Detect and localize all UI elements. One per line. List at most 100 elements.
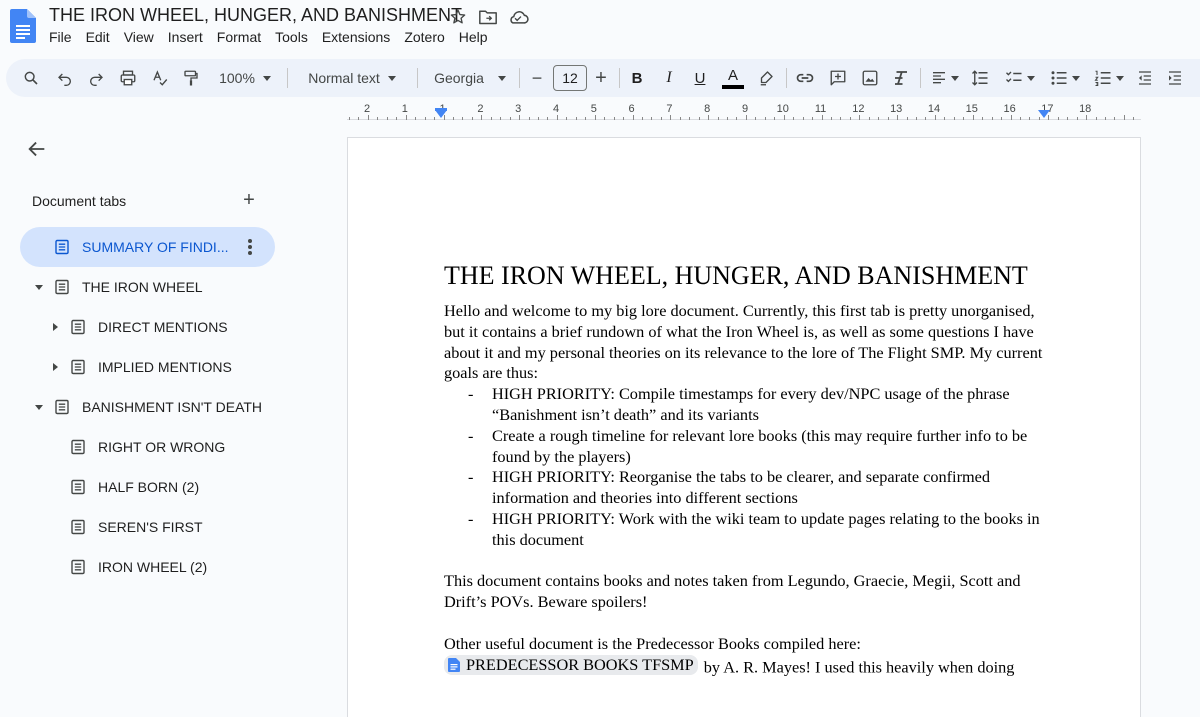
spellcheck-icon[interactable]: [148, 59, 172, 97]
ruler-tick: [991, 117, 993, 120]
menu-zotero[interactable]: Zotero: [404, 29, 451, 45]
decrease-indent-icon[interactable]: [1134, 59, 1156, 97]
add-tab-button[interactable]: +: [240, 190, 258, 210]
sidebar-tab-item[interactable]: SEREN'S FIRST: [20, 507, 275, 547]
ruler-tick: [660, 117, 662, 120]
decrease-font-size-button[interactable]: −: [528, 59, 546, 97]
numbered-list-icon[interactable]: [1090, 59, 1128, 97]
text-color-button[interactable]: A: [720, 59, 746, 97]
sidebar-tab-item[interactable]: DIRECT MENTIONS: [20, 307, 275, 347]
paragraph-style-select[interactable]: Normal text: [300, 59, 404, 97]
document-title[interactable]: THE IRON WHEEL, HUNGER, AND BANISHMENT: [49, 5, 462, 26]
ruler-tick: [1029, 117, 1031, 120]
menu-extensions[interactable]: Extensions: [322, 29, 397, 45]
google-docs-logo-icon[interactable]: [10, 9, 36, 43]
align-left-icon[interactable]: [928, 59, 962, 97]
paint-format-icon[interactable]: [179, 59, 203, 97]
ruler[interactable]: 21123456789101112131415161718: [347, 100, 1141, 122]
ruler-tick: [812, 117, 814, 120]
ruler-tick: [386, 117, 388, 120]
insert-link-icon[interactable]: [793, 59, 817, 97]
ruler-tick: [519, 115, 521, 120]
goals-list: HIGH PRIORITY: Compile timestamps for ev…: [444, 384, 1044, 550]
ruler-number: 8: [704, 103, 711, 115]
caret-right-icon[interactable]: [48, 322, 62, 332]
menu-file[interactable]: File: [49, 29, 79, 45]
menu-format[interactable]: Format: [217, 29, 268, 45]
menu-edit[interactable]: Edit: [86, 29, 117, 45]
ruler-tick: [415, 117, 417, 120]
caret-right-icon[interactable]: [48, 362, 62, 372]
caret-down-icon[interactable]: [32, 402, 46, 412]
ruler-tick: [538, 117, 539, 120]
menu-insert[interactable]: Insert: [168, 29, 210, 45]
ruler-number: 6: [628, 103, 635, 115]
ruler-tick: [481, 115, 483, 120]
ruler-tick: [830, 117, 832, 120]
bulleted-list-icon[interactable]: [1046, 59, 1084, 97]
highlight-color-icon[interactable]: [754, 59, 778, 97]
ruler-tick: [396, 117, 398, 120]
menu-view[interactable]: View: [124, 29, 161, 45]
document-heading: THE IRON WHEEL, HUNGER, AND BANISHMENT: [444, 261, 1028, 290]
sidebar-tab-item[interactable]: HALF BORN (2): [20, 467, 275, 507]
ruler-tick: [689, 117, 691, 120]
ruler-tick: [708, 115, 710, 120]
right-indent-marker[interactable]: [1038, 110, 1050, 118]
move-to-folder-icon[interactable]: [477, 7, 499, 27]
ruler-number: 13: [890, 103, 903, 115]
font-select[interactable]: Georgia: [430, 59, 510, 97]
ruler-tick: [1105, 117, 1106, 120]
document-body[interactable]: THE IRON WHEEL, HUNGER, AND BANISHMENT H…: [444, 259, 1044, 678]
ruler-tick: [367, 115, 369, 120]
ruler-number: 12: [852, 103, 865, 115]
clear-formatting-icon[interactable]: [889, 59, 913, 97]
ruler-tick: [774, 117, 776, 120]
sidebar-tab-label: RIGHT OR WRONG: [98, 439, 226, 455]
sidebar-tab-label: THE IRON WHEEL: [82, 279, 203, 295]
sidebar-tab-item[interactable]: SUMMARY OF FINDI...: [20, 227, 275, 267]
sidebar-tab-item[interactable]: IRON WHEEL (2): [20, 547, 275, 587]
ruler-tick: [802, 117, 804, 120]
sidebar-tab-label: IRON WHEEL (2): [98, 559, 208, 575]
increase-font-size-button[interactable]: +: [592, 59, 610, 97]
back-arrow-icon[interactable]: [26, 138, 48, 160]
menu-tools[interactable]: Tools: [275, 29, 315, 45]
sidebar-tab-label: HALF BORN (2): [98, 479, 200, 495]
star-icon[interactable]: [447, 7, 469, 27]
ruler-tick: [963, 117, 965, 120]
document-page[interactable]: THE IRON WHEEL, HUNGER, AND BANISHMENT H…: [347, 137, 1141, 717]
redo-icon[interactable]: [85, 59, 107, 97]
ruler-tick: [1001, 117, 1003, 120]
zoom-select[interactable]: 100%: [213, 59, 277, 97]
increase-indent-icon[interactable]: [1164, 59, 1186, 97]
ruler-tick: [849, 117, 851, 120]
line-spacing-icon[interactable]: [968, 59, 992, 97]
italic-button[interactable]: I: [660, 59, 678, 97]
underline-button[interactable]: U: [691, 59, 709, 97]
caret-down-icon[interactable]: [32, 282, 46, 292]
undo-icon[interactable]: [54, 59, 76, 97]
search-menus-icon[interactable]: [20, 59, 42, 97]
print-icon[interactable]: [116, 59, 140, 97]
tab-document-icon: [70, 359, 86, 375]
menu-help[interactable]: Help: [459, 29, 495, 45]
list-item: HIGH PRIORITY: Reorganise the tabs to be…: [468, 467, 1044, 509]
font-size-input[interactable]: 12: [553, 65, 587, 91]
ruler-tick: [471, 117, 473, 120]
bold-button[interactable]: B: [628, 59, 646, 97]
sidebar-tab-item[interactable]: BANISHMENT ISN'T DEATH: [20, 387, 275, 427]
add-comment-icon[interactable]: [826, 59, 850, 97]
cloud-status-icon[interactable]: [507, 7, 529, 27]
ruler-tick: [500, 117, 502, 120]
checklist-icon[interactable]: [1000, 59, 1040, 97]
sidebar-tab-item[interactable]: RIGHT OR WRONG: [20, 427, 275, 467]
left-indent-marker[interactable]: [435, 110, 447, 118]
smart-chip-link[interactable]: PREDECESSOR BOOKS TFSMP: [444, 654, 698, 676]
insert-image-icon[interactable]: [858, 59, 882, 97]
ruler-tick: [613, 117, 615, 120]
sidebar-tab-item[interactable]: THE IRON WHEEL: [20, 267, 275, 307]
sidebar-tab-item[interactable]: IMPLIED MENTIONS: [20, 347, 275, 387]
tab-options-icon[interactable]: [247, 237, 253, 257]
font-value: Georgia: [434, 70, 484, 86]
